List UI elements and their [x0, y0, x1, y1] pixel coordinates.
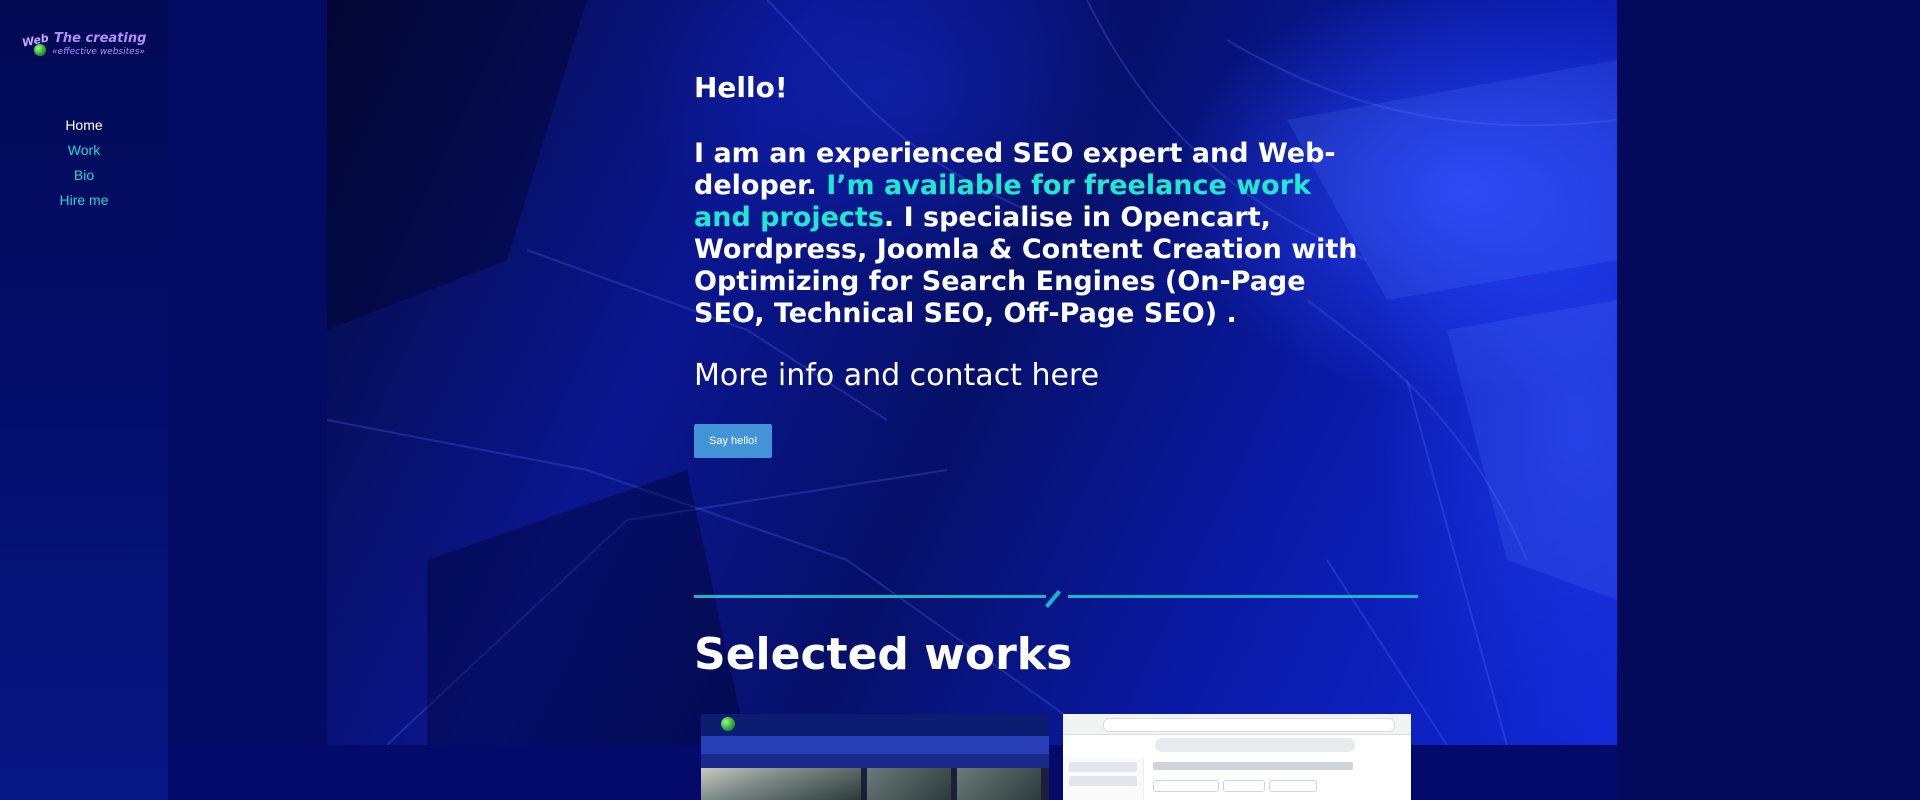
nav-item-bio[interactable]: Bio: [0, 163, 168, 188]
right-margin: [1617, 0, 1920, 800]
thumb-filter-chip: [1153, 780, 1219, 792]
thumb-logo-icon: [721, 717, 735, 731]
thumb-sidebar: [1063, 758, 1144, 800]
nav-item-hire-me[interactable]: Hire me: [0, 188, 168, 213]
thumb-gsc-logo: [1069, 740, 1139, 750]
thumb-banner-image: [701, 768, 861, 800]
selected-works-heading: Selected works: [694, 629, 1073, 680]
thumb-filter-chip: [1223, 780, 1265, 792]
sidebar: Web The creating «effective websites» Ho…: [0, 0, 168, 800]
site-logo[interactable]: Web The creating «effective websites»: [20, 30, 150, 64]
logo-line2: «effective websites»: [52, 47, 145, 57]
thumb-filter-chip: [1269, 780, 1317, 792]
logo-line1: The creating: [54, 31, 147, 46]
nav-item-home[interactable]: Home: [0, 113, 168, 138]
more-info-link[interactable]: More info and contact here: [694, 356, 1374, 396]
hero-content: Hello! I am an experienced SEO expert an…: [694, 72, 1374, 458]
nav-item-work[interactable]: Work: [0, 138, 168, 163]
greeting-heading: Hello!: [694, 71, 788, 104]
thumb-nav: [701, 736, 1049, 754]
thumb-search-field: [1155, 738, 1355, 752]
page: Web The creating «effective websites» Ho…: [0, 0, 1920, 800]
thumb-product-image: [957, 768, 1041, 800]
globe-icon: [34, 44, 46, 56]
thumb-topbar: [701, 714, 1049, 736]
intro-text: I am an experienced SEO expert and Web-d…: [694, 138, 1374, 330]
thumb-url-field: [1103, 718, 1395, 732]
section-divider: [694, 589, 1418, 608]
thumb-title: [1153, 762, 1353, 770]
thumb-subnav: [701, 754, 1049, 768]
thumb-product-image: [867, 768, 951, 800]
work-thumbnail-shop[interactable]: [701, 714, 1049, 800]
main-nav: Home Work Bio Hire me: [0, 113, 168, 213]
divider-line-right: [1068, 595, 1418, 598]
work-thumbnail-search-console[interactable]: [1063, 714, 1411, 800]
say-hello-button[interactable]: Say hello!: [694, 424, 773, 458]
divider-line-left: [694, 595, 1046, 598]
